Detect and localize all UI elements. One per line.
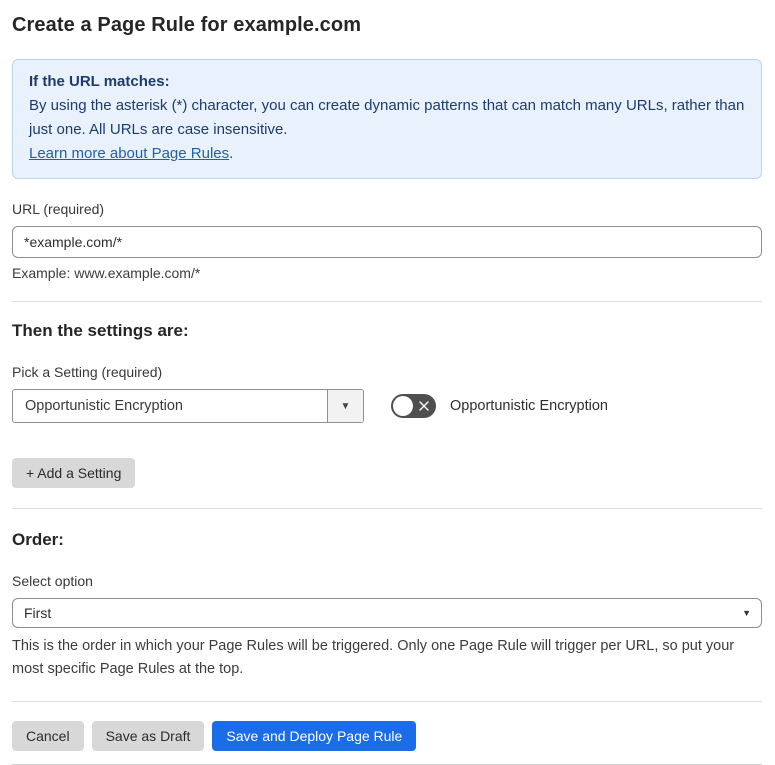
opportunistic-encryption-toggle[interactable]: [391, 394, 436, 418]
setting-toggle-group: Opportunistic Encryption: [391, 394, 608, 418]
divider: [12, 701, 762, 702]
url-helper-text: Example: www.example.com/*: [12, 265, 201, 281]
toggle-label: Opportunistic Encryption: [450, 398, 608, 414]
banner-heading: If the URL matches:: [29, 73, 170, 90]
banner-link-line: Learn more about Page Rules.: [29, 142, 745, 166]
save-and-deploy-button[interactable]: Save and Deploy Page Rule: [212, 721, 417, 751]
create-page-rule-panel: Create a Page Rule for example.com If th…: [0, 0, 775, 765]
order-section-heading: Order:: [12, 530, 64, 549]
url-match-info-banner: If the URL matches: By using the asteris…: [12, 59, 762, 179]
footer-actions: Cancel Save as Draft Save and Deploy Pag…: [12, 721, 762, 751]
toggle-knob: [393, 396, 413, 416]
setting-dropdown-button[interactable]: ▼: [327, 390, 363, 422]
add-setting-button[interactable]: + Add a Setting: [12, 458, 136, 488]
settings-section-heading: Then the settings are:: [12, 321, 189, 340]
learn-more-link[interactable]: Learn more about Page Rules: [29, 145, 229, 162]
save-as-draft-button[interactable]: Save as Draft: [91, 721, 205, 751]
setting-row: Opportunistic Encryption ▼ Opportunistic…: [12, 389, 762, 423]
banner-link-period: .: [229, 145, 234, 162]
order-description: This is the order in which your Page Rul…: [12, 638, 735, 677]
page-title: Create a Page Rule for example.com: [12, 14, 362, 36]
pick-setting-label: Pick a Setting (required): [12, 364, 163, 380]
order-select-label: Select option: [12, 573, 93, 589]
x-icon: [419, 401, 429, 411]
setting-dropdown[interactable]: Opportunistic Encryption ▼: [12, 389, 364, 423]
divider: [12, 301, 762, 302]
setting-dropdown-value: Opportunistic Encryption: [25, 398, 183, 414]
cancel-button[interactable]: Cancel: [12, 721, 84, 751]
order-select-value: First: [24, 605, 52, 621]
url-field-group: URL (required) Example: www.example.com/…: [12, 201, 762, 281]
url-input[interactable]: [12, 226, 762, 258]
dropdown-arrow-icon: ▼: [340, 400, 351, 412]
chevron-down-icon: ▼: [742, 608, 751, 618]
order-select[interactable]: First ▼: [12, 598, 762, 628]
banner-body: By using the asterisk (*) character, you…: [29, 97, 745, 138]
url-field-label: URL (required): [12, 201, 105, 217]
divider: [12, 508, 762, 509]
